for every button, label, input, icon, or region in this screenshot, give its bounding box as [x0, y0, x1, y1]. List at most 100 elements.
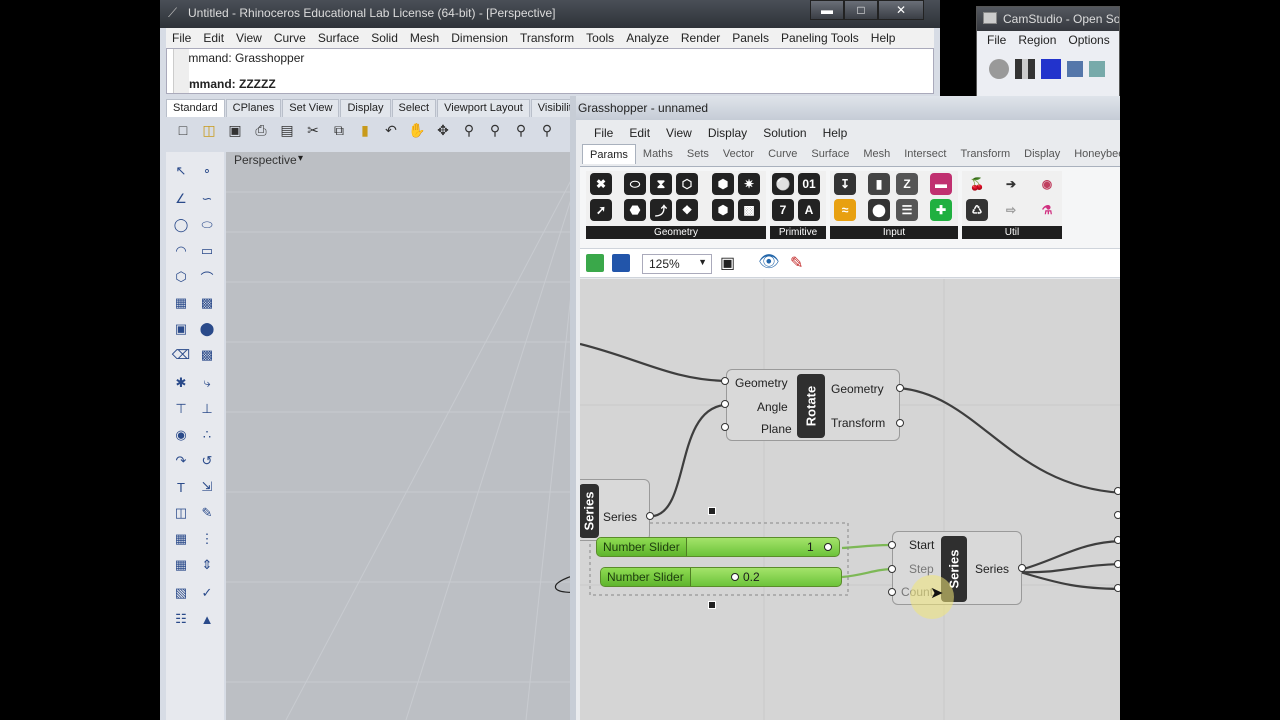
gh-titlebar[interactable]: Grasshopper - unnamed [576, 96, 1120, 120]
ellipse-icon[interactable]: ⬭ [196, 214, 218, 236]
new-file-icon[interactable]: □ [172, 119, 194, 141]
annotate-icon[interactable] [1067, 61, 1083, 77]
point-param-icon[interactable]: ❖ [676, 199, 698, 221]
color-swatch-icon[interactable]: ▬ [930, 173, 952, 195]
polyline-icon[interactable]: ∠ [170, 188, 192, 210]
md-slider-icon[interactable]: ✚ [930, 199, 952, 221]
rhino-titlebar[interactable]: ⟋ Untitled - Rhinoceros Educational Lab … [160, 0, 940, 28]
series-left-port-out[interactable] [646, 512, 654, 520]
number-slider-1[interactable]: Number Slider 1 [596, 537, 840, 557]
material-icon[interactable]: ▲ [196, 608, 218, 630]
cam-menu-options[interactable]: Options [1062, 33, 1115, 47]
gh-tab-curve[interactable]: Curve [761, 144, 804, 164]
knob-icon[interactable]: ⬤ [868, 199, 890, 221]
zoom-extents-icon[interactable]: ▣ [720, 253, 735, 273]
offscreen-port-1[interactable] [1114, 487, 1120, 495]
rotate-icon[interactable]: ↷ [170, 450, 192, 472]
rhino-menu-solid[interactable]: Solid [365, 31, 404, 45]
print-icon[interactable]: ⎙ [250, 119, 272, 141]
loft-icon[interactable]: ▩ [196, 292, 218, 314]
offscreen-port-4[interactable] [1114, 560, 1120, 568]
fillet-icon[interactable]: ⌒ [196, 266, 218, 288]
geometry-param-icon[interactable]: ✖ [590, 173, 612, 195]
boolean-toggle-icon[interactable]: ↧ [834, 173, 856, 195]
open-folder-icon[interactable]: ◫ [198, 119, 220, 141]
series-port-count-in[interactable] [888, 588, 896, 596]
screen-icon[interactable] [1089, 61, 1105, 77]
series-left-output[interactable]: Series [603, 510, 637, 524]
layer-icon[interactable]: ▦ [170, 528, 192, 550]
rotate-port-angle-in[interactable] [721, 400, 729, 408]
rhino-menu-analyze[interactable]: Analyze [620, 31, 675, 45]
series-right-output[interactable]: Series [975, 562, 1009, 576]
zoom-icon[interactable]: ⚲ [458, 119, 480, 141]
copy-icon[interactable]: ⧉ [328, 119, 350, 141]
command-scrollbar[interactable] [173, 49, 189, 93]
gradient-icon[interactable]: ≈ [834, 199, 856, 221]
ribbon-label-primitive[interactable]: Primitive [770, 226, 826, 239]
cam-menu-file[interactable]: File [981, 33, 1012, 47]
maximize-button[interactable]: □ [844, 0, 878, 20]
slider-1-knob[interactable] [824, 543, 833, 551]
field-param-icon[interactable]: ▩ [738, 199, 760, 221]
explode-icon[interactable]: ⤷ [196, 372, 218, 394]
offscreen-port-5[interactable] [1114, 584, 1120, 592]
plane-param-icon[interactable]: ⬣ [624, 199, 646, 221]
tab-viewport-layout[interactable]: Viewport Layout [437, 99, 530, 117]
rhino-menu-render[interactable]: Render [675, 31, 726, 45]
rotate-core[interactable]: Rotate [797, 374, 825, 438]
array-icon[interactable]: ⋮ [196, 528, 218, 550]
open-file-icon[interactable] [586, 254, 604, 272]
gh-tab-maths[interactable]: Maths [636, 144, 680, 164]
rhino-menu-help[interactable]: Help [865, 31, 902, 45]
rotate-component[interactable]: Geometry Angle Plane Rotate Geometry Tra… [726, 369, 900, 441]
camstudio-titlebar[interactable]: CamStudio - Open Source [977, 7, 1119, 31]
point-icon[interactable]: ∘ [196, 160, 218, 182]
series-input-step[interactable]: Step [909, 562, 934, 576]
circle-param-icon[interactable]: ⬭ [624, 173, 646, 195]
data-dam-icon[interactable]: ♺ [966, 199, 988, 221]
rhino-menu-dimension[interactable]: Dimension [445, 31, 514, 45]
gh-menu-display[interactable]: Display [700, 126, 755, 140]
gh-tab-intersect[interactable]: Intersect [897, 144, 953, 164]
rotate-output-transform[interactable]: Transform [831, 416, 885, 430]
zoom-window-icon[interactable]: ⚲ [484, 119, 506, 141]
minimize-button[interactable]: ▬ [810, 0, 844, 20]
rotate-view-icon[interactable]: ✥ [432, 119, 454, 141]
rhino-menu-file[interactable]: File [166, 31, 197, 45]
sketch-pen-icon[interactable]: ✎ [790, 253, 803, 273]
box-icon[interactable]: ▣ [170, 318, 192, 340]
text-param-icon[interactable]: A [798, 199, 820, 221]
close-button[interactable]: ✕ [878, 0, 924, 20]
rotate-input-plane[interactable]: Plane [761, 422, 792, 436]
cylinder-icon[interactable]: ⌫ [170, 344, 192, 366]
group-handle-icon[interactable] [708, 601, 716, 609]
group-handle-icon[interactable] [708, 507, 716, 515]
gh-tab-transform[interactable]: Transform [953, 144, 1017, 164]
integer-param-icon[interactable]: 01 [798, 173, 820, 195]
gh-canvas[interactable]: Geometry Angle Plane Rotate Geometry Tra… [580, 279, 1120, 720]
curve-icon[interactable]: ∽ [196, 188, 218, 210]
rotate-input-angle[interactable]: Angle [757, 400, 788, 414]
gh-tab-sets[interactable]: Sets [680, 144, 716, 164]
zoom-select[interactable]: 125% ▼ [642, 254, 712, 274]
undo-icon[interactable]: ↶ [380, 119, 402, 141]
rhino-menu-transform[interactable]: Transform [514, 31, 580, 45]
render-icon[interactable]: ☷ [170, 608, 192, 630]
rotate-input-geometry[interactable]: Geometry [735, 376, 788, 390]
grid-icon[interactable]: ▦ [170, 554, 192, 576]
gh-menu-view[interactable]: View [658, 126, 700, 140]
rhino-menu-view[interactable]: View [230, 31, 268, 45]
select-arrow-icon[interactable]: ↖ [170, 160, 192, 182]
tab-standard[interactable]: Standard [166, 99, 225, 117]
zoom-selected-icon[interactable]: ⚲ [536, 119, 558, 141]
series-input-start[interactable]: Start [909, 538, 934, 552]
rhino-menu-tools[interactable]: Tools [580, 31, 620, 45]
save-icon[interactable]: ▣ [224, 119, 246, 141]
ribbon-label-input[interactable]: Input [830, 226, 958, 239]
offscreen-port-3[interactable] [1114, 536, 1120, 544]
circle-icon[interactable]: ◯ [170, 214, 192, 236]
slider-2-knob[interactable] [731, 573, 739, 581]
fitness-icon[interactable]: ◉ [1036, 173, 1058, 195]
rectangle-icon[interactable]: ▭ [196, 240, 218, 262]
